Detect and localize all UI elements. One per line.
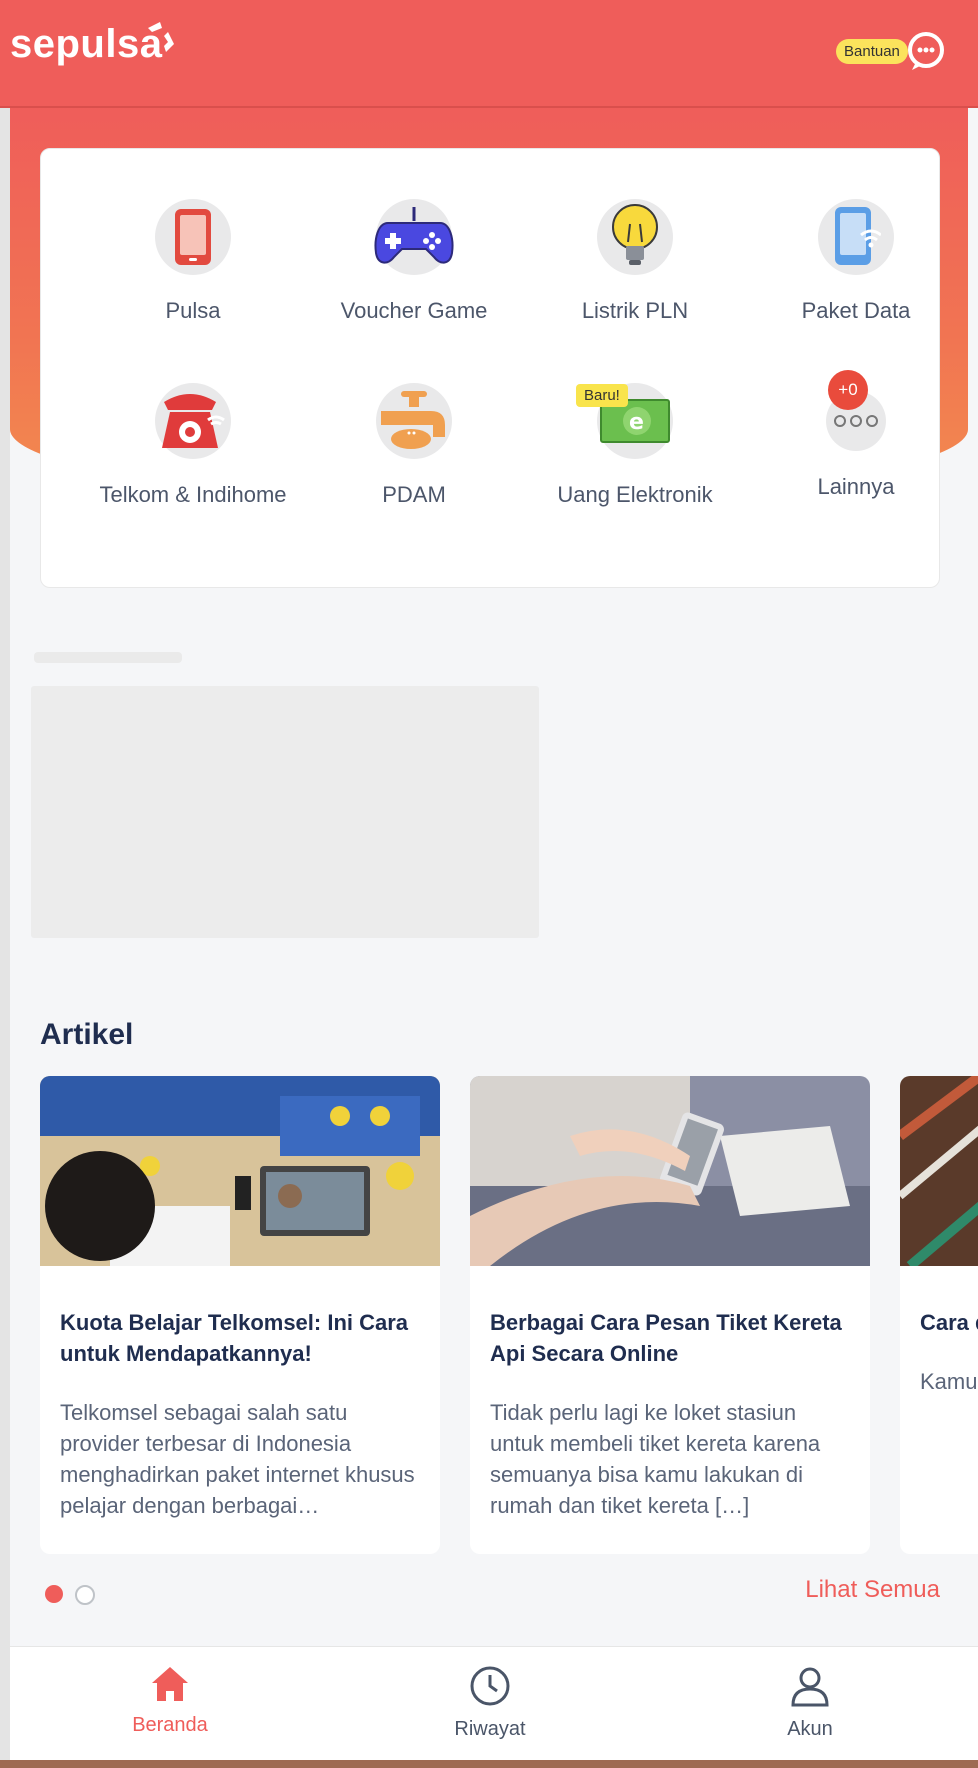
menu-item-paket-data[interactable]: Paket Data xyxy=(746,199,966,326)
menu-label: Paket Data xyxy=(801,298,911,323)
menu-item-listrik-pln[interactable]: Listrik PLN xyxy=(525,199,745,326)
help-button[interactable]: Bantuan xyxy=(836,28,948,74)
more-count-badge: +0 xyxy=(828,370,868,410)
menu-label: Voucher Game xyxy=(340,298,488,323)
more-icon xyxy=(834,415,878,427)
article-image xyxy=(40,1076,440,1266)
chat-support-icon xyxy=(907,32,944,70)
lightbulb-icon xyxy=(612,204,658,265)
article-title: Kuota Belajar Telkomsel: Ini Cara untuk … xyxy=(60,1310,409,1366)
article-description: Telkomsel sebagai salah satu provider te… xyxy=(60,1400,415,1518)
menu-icon-circle xyxy=(155,199,231,275)
nav-label: Beranda xyxy=(132,1714,208,1736)
loading-placeholder-banner xyxy=(31,686,539,938)
menu-icon-circle xyxy=(818,199,894,275)
article-image xyxy=(900,1076,978,1270)
clock-icon xyxy=(470,1666,510,1706)
menu-label: Listrik PLN xyxy=(581,298,689,323)
service-menu-card: Pulsa Voucher Game Listrik PLN Paket Dat… xyxy=(40,148,940,588)
new-badge: Baru! xyxy=(576,384,628,407)
menu-icon-circle xyxy=(374,199,454,275)
menu-item-pulsa[interactable]: Pulsa xyxy=(83,199,303,326)
menu-item-uang-elektronik[interactable]: e Uang Elektronik xyxy=(525,383,745,510)
home-icon xyxy=(152,1667,188,1701)
carousel-pagination xyxy=(45,1585,95,1605)
menu-label: Telkom & Indihome xyxy=(99,482,287,507)
nav-item-riwayat[interactable]: Riwayat xyxy=(390,1665,590,1741)
water-tap-icon xyxy=(381,391,445,449)
logo-mark-icon xyxy=(148,22,174,52)
phone-icon xyxy=(175,209,211,265)
help-label: Bantuan xyxy=(836,38,908,64)
nav-label: Akun xyxy=(787,1718,833,1740)
gamepad-icon xyxy=(374,207,454,264)
bottom-edge xyxy=(0,1760,978,1768)
menu-label: Uang Elektronik xyxy=(557,482,713,507)
user-icon xyxy=(791,1667,829,1707)
article-title: Cara deng xyxy=(920,1310,978,1335)
menu-icon-circle xyxy=(155,383,231,459)
carousel-dot-active[interactable] xyxy=(45,1585,63,1603)
menu-item-voucher-game[interactable]: Voucher Game xyxy=(304,199,524,326)
article-card[interactable]: Berbagai Cara Pesan Tiket Kereta Api Sec… xyxy=(470,1076,870,1554)
see-all-articles-link[interactable]: Lihat Semua xyxy=(805,1576,940,1604)
article-description: Kamu kota suda PT Ke xyxy=(920,1369,978,1394)
menu-label: PDAM xyxy=(382,482,446,507)
article-description: Tidak perlu lagi ke loket stasiun untuk … xyxy=(490,1400,821,1518)
article-title: Berbagai Cara Pesan Tiket Kereta Api Sec… xyxy=(490,1310,842,1366)
menu-icon-circle xyxy=(597,199,673,275)
loading-placeholder-line xyxy=(34,652,182,663)
menu-label: Pulsa xyxy=(165,298,221,323)
menu-label: Lainnya xyxy=(817,474,895,499)
menu-item-pdam[interactable]: PDAM xyxy=(304,383,524,510)
bottom-navigation: Beranda Riwayat Akun xyxy=(10,1646,978,1761)
svg-text:e: e xyxy=(629,410,644,435)
phone-wifi-icon xyxy=(835,207,881,265)
article-card[interactable]: Cara deng Kamu kota suda PT Ke xyxy=(900,1076,978,1554)
nav-item-akun[interactable]: Akun xyxy=(710,1665,910,1741)
telephone-icon xyxy=(162,394,225,448)
article-card[interactable]: Kuota Belajar Telkomsel: Ini Cara untuk … xyxy=(40,1076,440,1554)
nav-label: Riwayat xyxy=(454,1718,526,1740)
left-edge xyxy=(0,106,10,1768)
menu-icon-circle xyxy=(376,383,452,459)
articles-section-title: Artikel xyxy=(40,1018,134,1051)
menu-item-telkom-indihome[interactable]: Telkom & Indihome xyxy=(83,383,303,510)
top-bar: sepulsa Bantuan xyxy=(0,0,978,108)
app-root: sepulsa Bantuan Pulsa Voucher Game Listr… xyxy=(0,0,978,1768)
carousel-dot[interactable] xyxy=(75,1585,95,1605)
nav-item-beranda[interactable]: Beranda xyxy=(70,1665,270,1737)
article-image xyxy=(470,1076,870,1266)
